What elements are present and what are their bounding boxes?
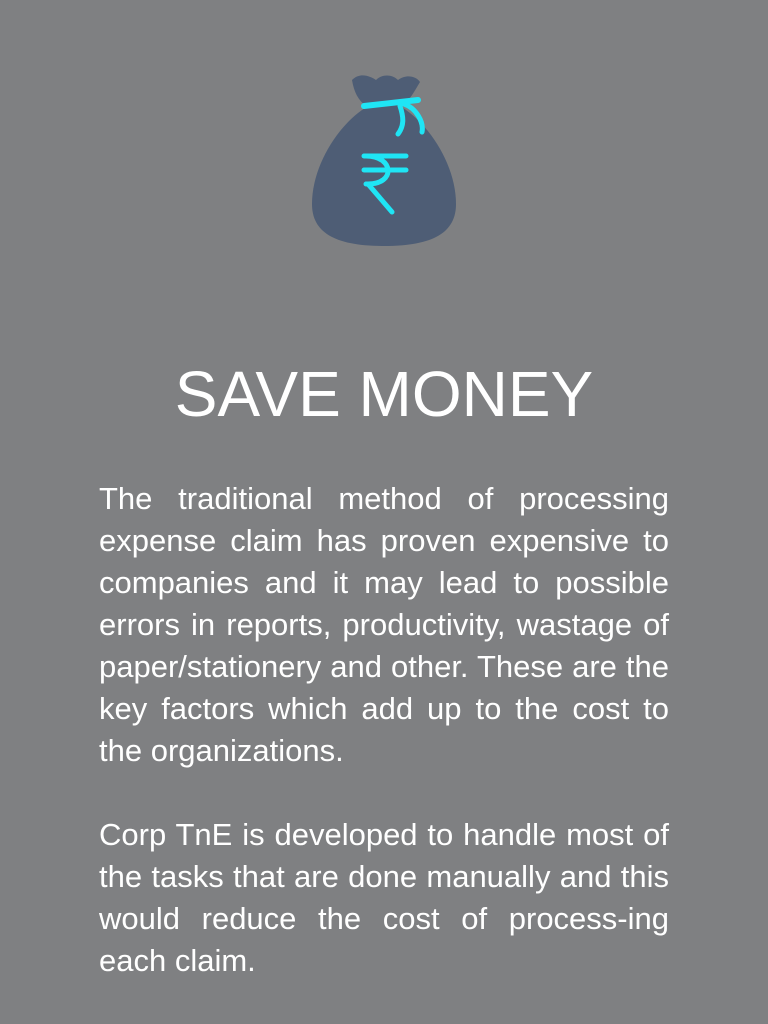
page-title: SAVE MONEY [174,358,594,430]
description: The traditional method of processing exp… [99,478,669,982]
description-paragraph: The traditional method of processing exp… [99,481,669,768]
money-bag-rupee-icon [308,70,460,246]
description-paragraph: Corp TnE is developed to handle most of … [99,817,669,978]
